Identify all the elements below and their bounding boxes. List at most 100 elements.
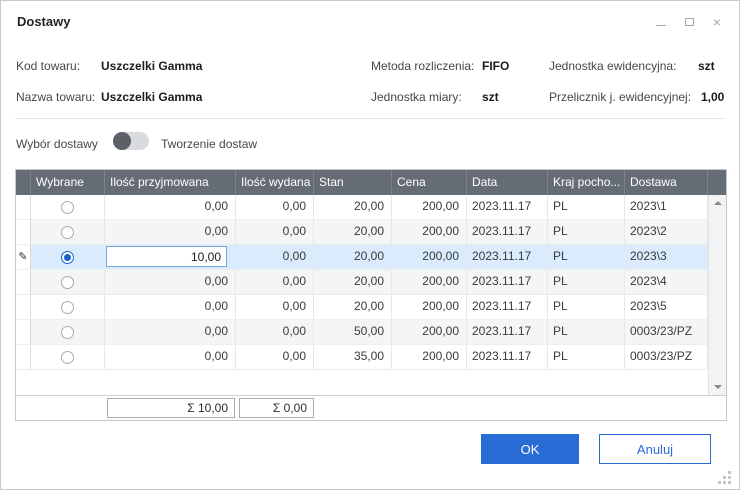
table-cell[interactable]: 0,00	[105, 270, 236, 294]
table-cell[interactable]: 2023\5	[625, 295, 708, 319]
table-cell[interactable]: 200,00	[392, 320, 467, 344]
table-cell[interactable]: 0,00	[105, 195, 236, 219]
table-cell[interactable]: 200,00	[392, 270, 467, 294]
table-row[interactable]: 0,000,0020,00200,002023.11.17PL2023\2	[16, 220, 708, 245]
table-cell[interactable]: 0,00	[236, 195, 314, 219]
column-header-filler	[708, 170, 726, 195]
resize-grip-icon[interactable]	[717, 470, 731, 484]
column-header[interactable]: Dostawa	[625, 170, 708, 195]
wybrane-cell	[31, 245, 105, 269]
table-cell[interactable]: 2023.11.17	[467, 245, 548, 269]
table-cell[interactable]: 2023\1	[625, 195, 708, 219]
quantity-input[interactable]	[106, 246, 227, 267]
table-row[interactable]: 0,000,0020,00200,002023.11.17PL2023\1	[16, 195, 708, 220]
table-cell[interactable]: 2023\2	[625, 220, 708, 244]
scroll-up-icon[interactable]	[714, 201, 722, 205]
table-cell[interactable]: PL	[548, 320, 625, 344]
table-cell[interactable]: 20,00	[314, 245, 392, 269]
column-header[interactable]: Cena	[392, 170, 467, 195]
table-cell[interactable]: PL	[548, 345, 625, 369]
table-cell[interactable]: 2023.11.17	[467, 270, 548, 294]
table-cell[interactable]: 2023\4	[625, 270, 708, 294]
row-select-radio[interactable]	[61, 251, 74, 264]
table-cell[interactable]: PL	[548, 245, 625, 269]
table-body: 0,000,0020,00200,002023.11.17PL2023\10,0…	[16, 195, 708, 370]
table-cell[interactable]: 20,00	[314, 220, 392, 244]
table-cell[interactable]: 2023.11.17	[467, 320, 548, 344]
table-cell[interactable]: 2023.11.17	[467, 345, 548, 369]
table-cell[interactable]: 0003/23/PZ	[625, 320, 708, 344]
maximize-button[interactable]	[677, 13, 701, 31]
metoda-rozliczenia-value: FIFO	[482, 59, 509, 73]
close-button[interactable]: ×	[705, 13, 729, 31]
minimize-button[interactable]	[649, 13, 673, 31]
table-cell[interactable]: 20,00	[314, 195, 392, 219]
column-header[interactable]: Data	[467, 170, 548, 195]
row-select-radio[interactable]	[61, 301, 74, 314]
table-cell[interactable]: 0,00	[236, 220, 314, 244]
row-select-radio[interactable]	[61, 226, 74, 239]
table-cell[interactable]: PL	[548, 220, 625, 244]
row-select-radio[interactable]	[61, 351, 74, 364]
table-row[interactable]: ✎ 0,0020,00200,002023.11.17PL2023\3	[16, 245, 708, 270]
table-cell[interactable]: 0,00	[236, 345, 314, 369]
column-header[interactable]: Kraj pocho...	[548, 170, 625, 195]
minimize-icon	[656, 25, 666, 26]
table-cell[interactable]: 2023.11.17	[467, 295, 548, 319]
row-indicator-cell	[16, 270, 31, 294]
row-indicator-cell	[16, 295, 31, 319]
table-cell[interactable]: 0,00	[105, 320, 236, 344]
row-select-radio[interactable]	[61, 201, 74, 214]
column-header[interactable]: Wybrane	[31, 170, 105, 195]
row-indicator-cell: ✎	[16, 245, 31, 269]
table-cell[interactable]: 50,00	[314, 320, 392, 344]
table-row[interactable]: 0,000,0020,00200,002023.11.17PL2023\5	[16, 295, 708, 320]
table-cell[interactable]: PL	[548, 295, 625, 319]
table-cell[interactable]: 200,00	[392, 220, 467, 244]
jednostka-miary-label: Jednostka miary:	[371, 90, 462, 104]
column-header[interactable]: Ilość wydana	[236, 170, 314, 195]
table-cell[interactable]: 20,00	[314, 295, 392, 319]
table-cell[interactable]: 2023.11.17	[467, 195, 548, 219]
table-cell[interactable]: 0,00	[236, 295, 314, 319]
table-cell[interactable]: 0,00	[105, 295, 236, 319]
table-row[interactable]: 0,000,0020,00200,002023.11.17PL2023\4	[16, 270, 708, 295]
window-controls: ×	[649, 13, 729, 31]
table-cell[interactable]: 20,00	[314, 270, 392, 294]
ok-button[interactable]: OK	[481, 434, 579, 464]
column-header[interactable]: Stan	[314, 170, 392, 195]
table-cell[interactable]: 0003/23/PZ	[625, 345, 708, 369]
table-cell[interactable]: 200,00	[392, 295, 467, 319]
table-cell[interactable]: 0,00	[105, 345, 236, 369]
wybor-dostawy-label: Wybór dostawy	[16, 137, 98, 151]
table-cell[interactable]: 0,00	[236, 245, 314, 269]
column-header[interactable]: Ilość przyjmowana	[105, 170, 236, 195]
table-cell[interactable]: PL	[548, 270, 625, 294]
row-select-radio[interactable]	[61, 276, 74, 289]
table-cell[interactable]: 0,00	[105, 220, 236, 244]
table-cell[interactable]	[105, 245, 236, 269]
vertical-scrollbar[interactable]	[708, 195, 726, 395]
wybrane-cell	[31, 220, 105, 244]
table-cell[interactable]: 200,00	[392, 195, 467, 219]
table-row[interactable]: 0,000,0035,00200,002023.11.17PL0003/23/P…	[16, 345, 708, 370]
table-cell[interactable]: 35,00	[314, 345, 392, 369]
row-select-radio[interactable]	[61, 326, 74, 339]
table-cell[interactable]: 0,00	[236, 320, 314, 344]
table-cell[interactable]: 2023\3	[625, 245, 708, 269]
cancel-button[interactable]: Anuluj	[599, 434, 711, 464]
table-cell[interactable]: 2023.11.17	[467, 220, 548, 244]
przelicznik-value: 1,00	[701, 90, 724, 104]
table-cell[interactable]: 0,00	[236, 270, 314, 294]
przelicznik-label: Przelicznik j. ewidencyjnej:	[549, 90, 691, 104]
table-cell[interactable]: 200,00	[392, 345, 467, 369]
table-row[interactable]: 0,000,0050,00200,002023.11.17PL0003/23/P…	[16, 320, 708, 345]
column-header[interactable]	[16, 170, 31, 195]
delivery-mode-toggle[interactable]	[113, 132, 149, 150]
title-bar: Dostawy ×	[1, 1, 739, 41]
table-cell[interactable]: 200,00	[392, 245, 467, 269]
jednostka-miary-value: szt	[482, 90, 499, 104]
table-cell[interactable]: PL	[548, 195, 625, 219]
scroll-down-icon[interactable]	[714, 385, 722, 389]
nazwa-towaru-label: Nazwa towaru:	[16, 90, 95, 104]
